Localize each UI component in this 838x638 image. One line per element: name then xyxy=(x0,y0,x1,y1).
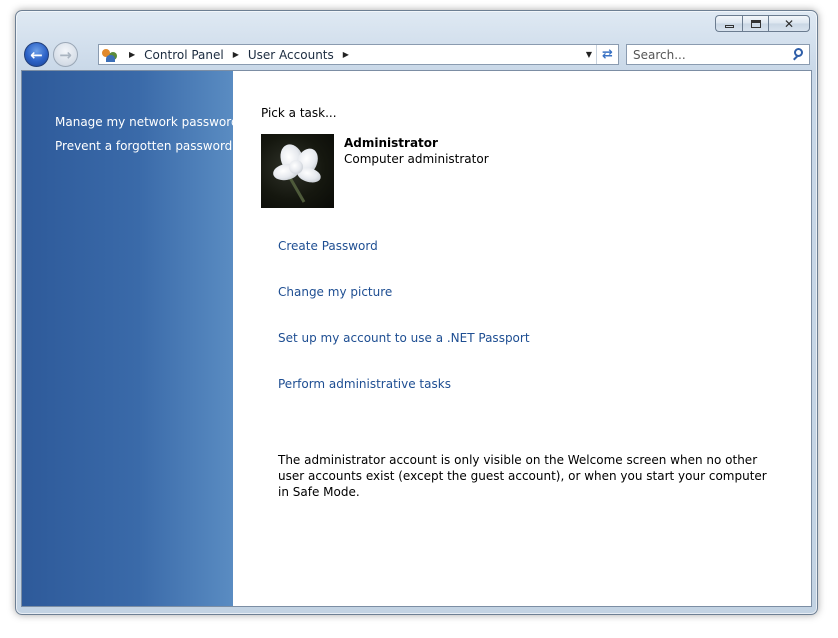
caption-buttons: ✕ xyxy=(715,15,810,32)
user-accounts-icon xyxy=(102,48,120,62)
administrator-info-text: The administrator account is only visibl… xyxy=(278,453,767,499)
refresh-button[interactable]: ⇄ xyxy=(596,45,618,64)
breadcrumb-control-panel[interactable]: Control Panel xyxy=(144,48,224,62)
page-heading: Pick a task... xyxy=(261,106,337,120)
task-sidebar: Manage my network passwords Prevent a fo… xyxy=(22,71,245,606)
minimize-icon xyxy=(724,25,734,28)
breadcrumb-separator-icon[interactable]: ▶ xyxy=(343,50,349,59)
search-box xyxy=(626,44,810,65)
forward-button[interactable]: → xyxy=(53,42,78,67)
sidebar-link-prevent-forgotten-password[interactable]: Prevent a forgotten password xyxy=(55,139,232,153)
back-button[interactable]: ← xyxy=(24,42,49,67)
breadcrumb-separator-icon[interactable]: ▶ xyxy=(129,50,135,59)
account-role: Computer administrator xyxy=(344,152,489,166)
main-panel: Pick a task... Administrator Computer ad… xyxy=(233,71,811,606)
back-arrow-icon: ← xyxy=(30,45,43,64)
account-name: Administrator xyxy=(344,136,438,150)
search-input[interactable] xyxy=(627,45,789,64)
close-icon: ✕ xyxy=(783,16,795,31)
task-link-administrative-tasks[interactable]: Perform administrative tasks xyxy=(278,377,451,391)
address-bar[interactable]: ▶ Control Panel ▶ User Accounts ▶ ▼ ⇄ xyxy=(98,44,619,65)
search-icon[interactable] xyxy=(789,45,809,64)
control-panel-window: ✕ ← → ▶ Control Panel ▶ User Accounts ▶ … xyxy=(15,10,818,615)
maximize-button[interactable] xyxy=(742,15,768,32)
breadcrumb-separator-icon[interactable]: ▶ xyxy=(233,50,239,59)
task-link-net-passport[interactable]: Set up my account to use a .NET Passport xyxy=(278,331,530,345)
minimize-button[interactable] xyxy=(715,15,742,32)
maximize-icon xyxy=(750,19,761,28)
close-button[interactable]: ✕ xyxy=(768,15,810,32)
account-picture xyxy=(261,134,334,208)
sidebar-link-manage-network-passwords[interactable]: Manage my network passwords xyxy=(55,115,245,129)
refresh-icon: ⇄ xyxy=(602,47,613,62)
breadcrumb-user-accounts[interactable]: User Accounts xyxy=(248,48,334,62)
address-dropdown-icon[interactable]: ▼ xyxy=(582,50,596,59)
forward-arrow-icon: → xyxy=(59,45,72,64)
task-link-change-picture[interactable]: Change my picture xyxy=(278,285,392,299)
task-link-create-password[interactable]: Create Password xyxy=(278,239,378,253)
content-area: Manage my network passwords Prevent a fo… xyxy=(21,70,812,607)
